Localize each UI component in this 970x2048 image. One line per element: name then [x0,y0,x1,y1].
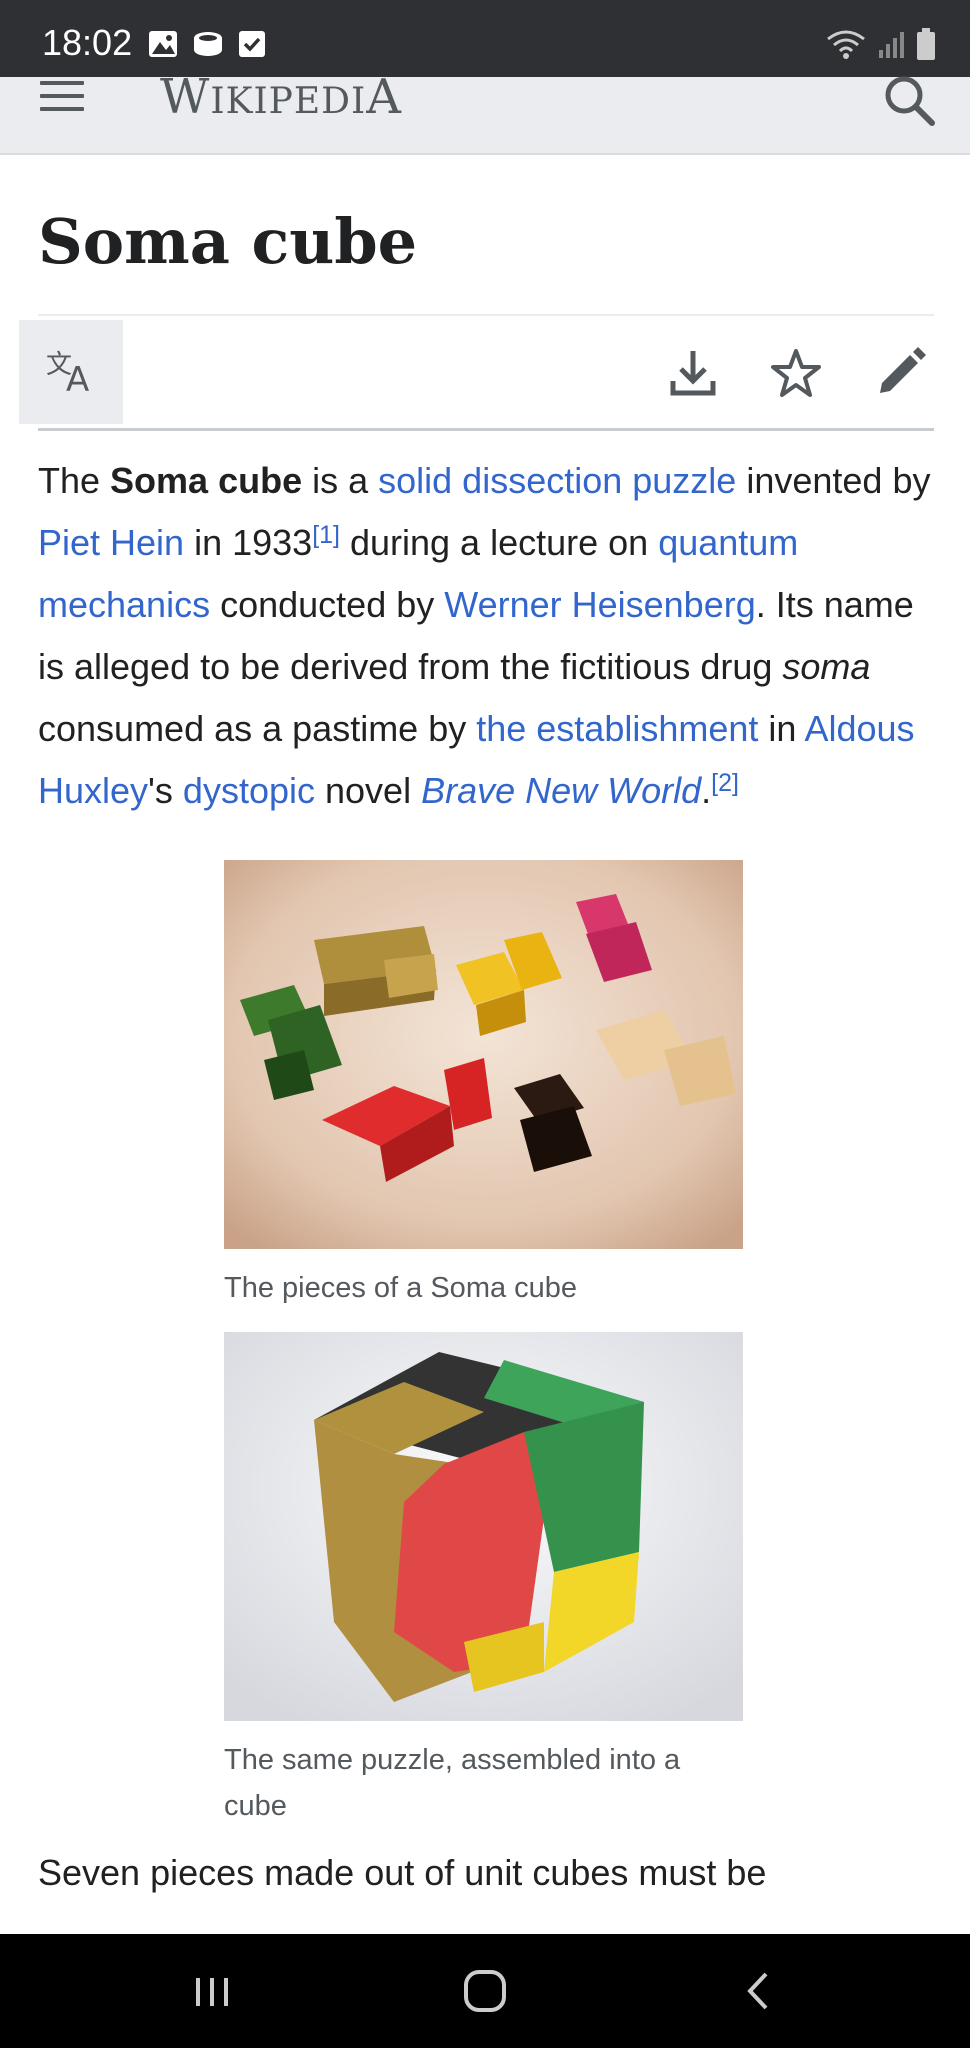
signal-icon [878,30,904,63]
back-icon [732,1972,786,2022]
soma-pieces-image[interactable] [224,860,743,1249]
home-button[interactable] [458,1964,512,2018]
link-solid-dissection-puzzle[interactable]: solid dissection puzzle [378,460,736,501]
edit-button[interactable] [872,345,928,401]
figure-caption: The pieces of a Soma cube [224,1272,578,1304]
figure-caption: The same puzzle, assembled into a cube [224,1744,681,1822]
edit-icon [872,347,928,405]
checkbox-icon [238,30,266,63]
reference-1[interactable]: [1] [312,521,340,549]
intro-paragraph: The Soma cube is a solid dissection puzz… [38,460,931,811]
figure-soma-assembled: The same puzzle, assembled into a cube [224,1332,743,1829]
back-button[interactable] [732,1964,786,2018]
reference-2[interactable]: [2] [711,769,739,797]
star-icon [768,349,824,405]
page-title: Soma cube [38,205,418,278]
title-divider [38,314,934,316]
menu-icon[interactable] [40,81,84,117]
home-icon [458,1970,512,2022]
sync-icon [192,30,224,63]
download-button[interactable] [665,345,721,401]
language-button[interactable]: 文A [19,320,123,424]
link-the-establishment[interactable]: the establishment [476,708,758,749]
wikipedia-logo[interactable]: WIKIPEDIA [160,69,402,125]
language-icon: 文A [46,347,96,400]
svg-text:A: A [66,360,89,393]
body-paragraph: Seven pieces made out of unit cubes must… [38,1852,767,1893]
wifi-icon [826,29,866,64]
link-werner-heisenberg[interactable]: Werner Heisenberg [444,584,755,625]
search-icon[interactable] [880,71,940,131]
link-brave-new-world[interactable]: Brave New World [421,770,701,811]
image-icon [148,30,178,63]
clock: 18:02 [42,22,133,63]
status-bar: 18:02 [0,0,970,77]
link-piet-hein[interactable]: Piet Hein [38,522,184,563]
battery-icon [916,28,936,65]
soma-assembled-image[interactable] [224,1332,743,1721]
figure-soma-pieces: The pieces of a Soma cube [224,860,743,1311]
recent-apps-button[interactable] [186,1964,240,2018]
link-dystopic[interactable]: dystopic [183,770,315,811]
download-icon [665,351,721,405]
wikipedia-header: WIKIPEDIA [0,69,970,155]
system-navigation-bar [0,1934,970,2048]
action-bar-divider [38,428,934,431]
recent-apps-icon [186,1978,240,2022]
watch-star-button[interactable] [768,345,824,401]
